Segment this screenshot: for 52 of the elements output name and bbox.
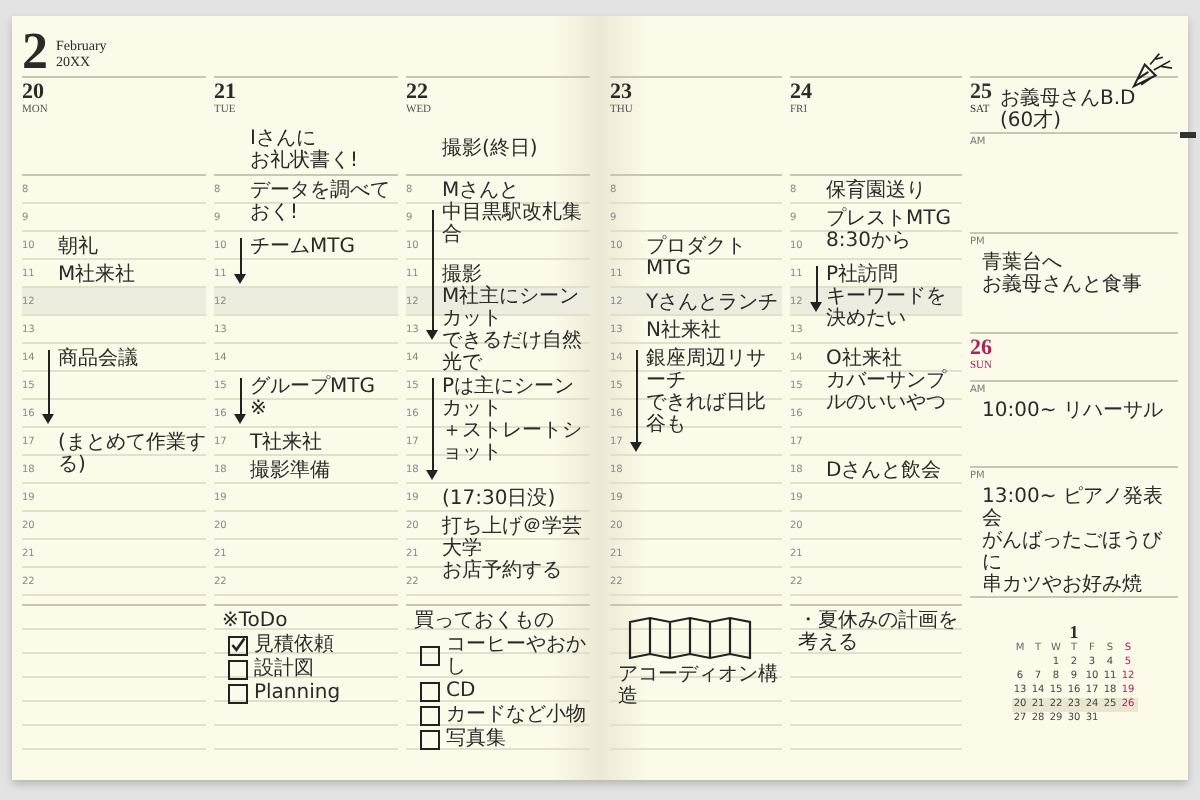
day-note: お義母さんB.D (60才) (1000, 88, 1136, 132)
day-note: 撮影(終日) (440, 138, 538, 160)
day-number: 24 (790, 80, 812, 104)
schedule-entry: プロダクトMTG (646, 233, 748, 280)
memo-heading: ※ToDo (222, 610, 288, 632)
schedule-entry: (17:30日没) (442, 486, 558, 510)
checklist-text: 見積依頼 (254, 634, 334, 656)
checklist-text: Planning (254, 682, 341, 704)
day-number: 25 (970, 80, 992, 104)
memo-heading: 買っておくもの (414, 610, 554, 632)
calendar-month: 1 (1069, 622, 1079, 642)
checklist-text: CD (446, 680, 476, 702)
schedule-entry: N社来社 (646, 317, 723, 342)
schedule-entry: Mさんと 中目黒駅改札集合 (442, 178, 584, 246)
schedule-entry: 銀座周辺リサーチ できれば日比谷も (646, 345, 768, 436)
schedule-entry: Pは主にシーンカット ＋ストレートショット (442, 373, 584, 464)
memo-text: アコーディオン構造 (618, 664, 780, 708)
party-popper-icon (1130, 50, 1174, 90)
day-number: 21 (214, 80, 236, 104)
schedule-entry: チームMTG (250, 234, 357, 258)
schedule-entry: 青葉台へ お義母さんと食事 (980, 249, 1142, 296)
schedule-entry: Dさんと飲会 (826, 458, 944, 482)
schedule-entry: グループMTG ※ (250, 373, 377, 420)
checklist-text: コーヒーやおかし (446, 634, 588, 678)
schedule-entry: 撮影準備 (250, 458, 332, 482)
schedule-entry: Yさんとランチ (646, 290, 781, 314)
checklist-text: 写真集 (446, 728, 506, 750)
checklist-text: カードなど小物 (446, 704, 586, 726)
day-number: 22 (406, 80, 428, 104)
checklist-text: 設計図 (254, 658, 314, 680)
schedule-entry: (まとめて作業する) (58, 429, 206, 476)
schedule-entry: M社来社 (58, 261, 138, 286)
schedule-entry: データを調べておく! (250, 177, 392, 224)
schedule-entry: 商品会議 (58, 345, 140, 370)
schedule-entry: 打ち上げ＠学芸大学 お店予約する (442, 513, 584, 582)
month-number: 2 (22, 28, 48, 76)
day-note: Iさんに お礼状書く! (248, 127, 359, 171)
day-number: 26 (970, 336, 992, 360)
schedule-entry: 10:00~ リハーサル (980, 398, 1163, 422)
schedule-entry: P社訪問 キーワードを決めたい (826, 261, 948, 330)
schedule-entry: T社来社 (250, 429, 325, 454)
schedule-entry: プレストMTG 8:30から (826, 205, 953, 252)
schedule-entry: 13:00~ ピアノ発表会 がんばったごほうびに 串カツやお好み焼 (980, 483, 1165, 596)
schedule-entry: 朝礼 (58, 233, 100, 258)
memo-text: ・夏休みの計画を考える (798, 610, 960, 654)
accordion-sketch-drawing (626, 614, 754, 662)
page-tab-icon (1180, 132, 1196, 138)
day-number: 20 (22, 80, 44, 104)
day-number: 23 (610, 80, 632, 104)
schedule-entry: 保育園送り (826, 177, 928, 202)
schedule-entry: O社来社 カバーサンプルのいいやつ (826, 345, 949, 414)
schedule-entry: 撮影 M社主にシーンカット できるだけ自然光で (442, 262, 584, 374)
